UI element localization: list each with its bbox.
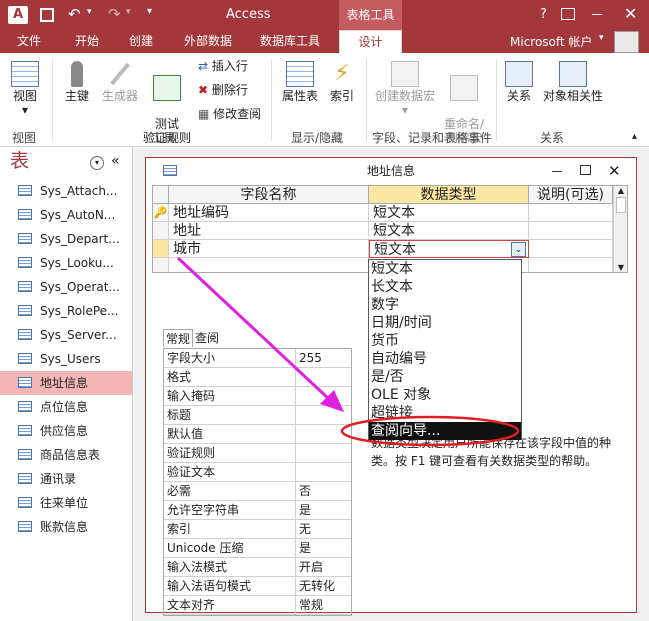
annotation-layer — [176, 256, 520, 447]
annotation-arrow-line — [176, 256, 332, 402]
highlight-ring — [340, 415, 520, 447]
